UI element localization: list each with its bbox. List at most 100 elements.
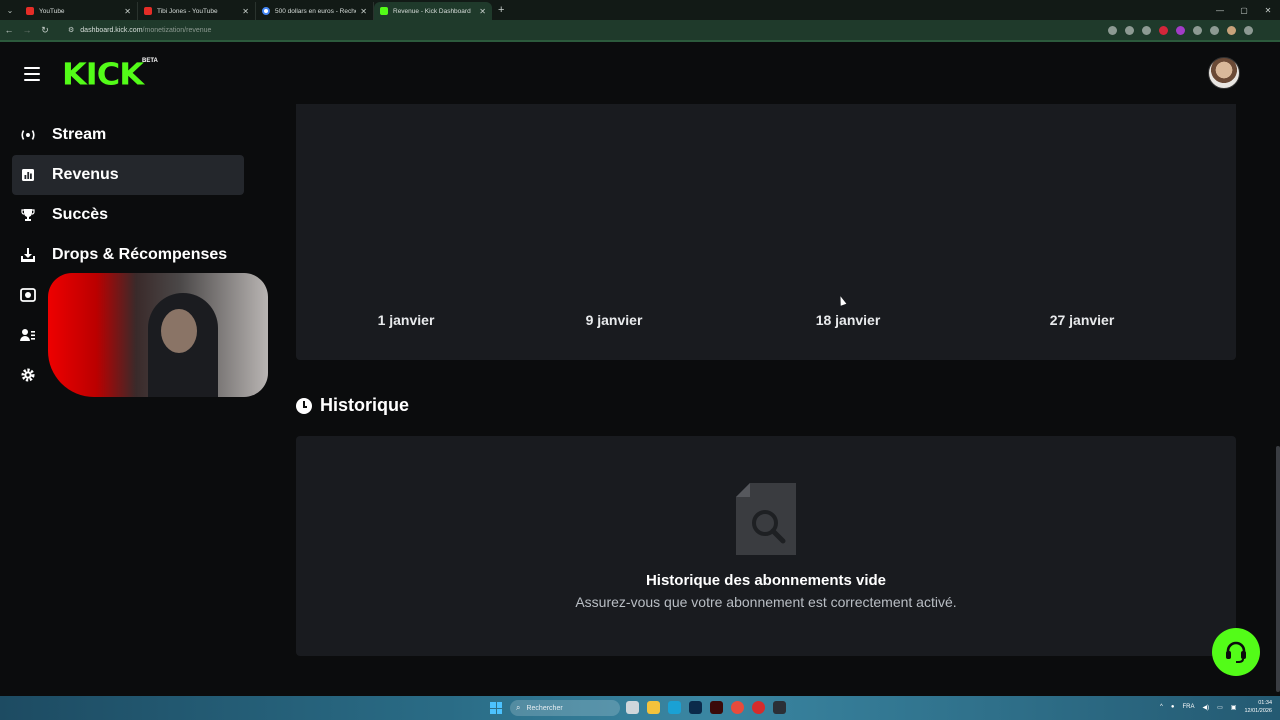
app-icon[interactable] xyxy=(752,701,765,714)
youtube-icon xyxy=(26,7,34,15)
search-icon: ⌕ xyxy=(516,703,521,712)
back-arrow-icon[interactable]: ← xyxy=(0,25,18,35)
language-indicator[interactable]: FRA xyxy=(1183,704,1195,710)
close-tab-icon[interactable]: ✕ xyxy=(360,7,367,16)
hamburger-menu-icon[interactable] xyxy=(24,67,40,81)
profile-avatar-icon[interactable] xyxy=(1227,25,1236,35)
illustrator-icon[interactable] xyxy=(710,701,723,714)
minimize-icon[interactable]: — xyxy=(1208,6,1232,15)
user-avatar[interactable] xyxy=(1208,57,1240,89)
new-tab-plus-icon[interactable]: + xyxy=(492,4,510,16)
gift-icon xyxy=(20,247,36,263)
beta-badge: BETA xyxy=(142,58,158,64)
sidebar-item-revenus[interactable]: Revenus xyxy=(12,155,244,195)
terminal-icon[interactable] xyxy=(773,701,786,714)
browser-tab[interactable]: Tibi Jones - YouTube ✕ xyxy=(138,2,256,20)
gear-icon xyxy=(20,367,36,383)
camera-icon xyxy=(20,287,36,303)
history-heading: Historique xyxy=(296,395,409,416)
system-clock[interactable]: 01:34 12/01/2026 xyxy=(1244,699,1272,715)
kick-icon xyxy=(380,7,388,15)
support-headset-button[interactable] xyxy=(1212,628,1260,676)
tray-chevron-icon[interactable]: ^ xyxy=(1160,704,1163,710)
zoom-icon[interactable] xyxy=(1108,25,1117,35)
close-window-icon[interactable]: ✕ xyxy=(1256,6,1280,15)
clock-time: 01:34 xyxy=(1258,700,1272,706)
extensions-puzzle-icon[interactable] xyxy=(1193,25,1202,35)
sidebar-item-label: Stream xyxy=(52,126,107,143)
close-tab-icon[interactable]: ✕ xyxy=(242,7,249,16)
clock-icon xyxy=(296,397,312,414)
edge-icon[interactable] xyxy=(668,701,681,714)
tab-title: Tibi Jones - YouTube xyxy=(157,7,218,15)
tab-groups-icon[interactable] xyxy=(1210,25,1219,35)
tab-title: 500 dollars en euros - Recherche xyxy=(275,7,356,15)
chart-icon xyxy=(20,167,36,183)
window-controls: — ▢ ✕ xyxy=(1208,0,1280,20)
close-tab-icon[interactable]: ✕ xyxy=(479,7,486,16)
windows-start-icon[interactable] xyxy=(490,702,502,714)
maximize-icon[interactable]: ▢ xyxy=(1232,6,1256,15)
sidebar-item-succes[interactable]: Succès xyxy=(12,195,244,235)
url-field[interactable]: ⚙ dashboard.kick.com/monetization/revenu… xyxy=(60,22,1100,38)
extension-icons xyxy=(1108,25,1253,35)
eye-off-icon[interactable] xyxy=(1125,25,1134,35)
x-axis-tick-label: 18 janvier xyxy=(816,312,881,328)
browser-address-bar: ← → ↻ ⚙ dashboard.kick.com/monetization/… xyxy=(0,20,1280,42)
notification-icon[interactable]: ▣ xyxy=(1231,704,1237,711)
windows-taskbar: ⌕ Rechercher ^ ● FRA ◀) ▭ ▣ 01:34 12/01/… xyxy=(0,696,1280,720)
extension-purple-icon[interactable] xyxy=(1176,25,1185,35)
sidebar-item-label: Drops & Récompenses xyxy=(52,246,228,263)
sidebar-item-stream[interactable]: Stream xyxy=(12,115,244,155)
clock-date: 12/01/2026 xyxy=(1244,708,1272,714)
empty-state-title: Historique des abonnements vide xyxy=(645,572,887,589)
revenue-chart-card: 1 janvier 9 janvier 18 janvier 27 janvier xyxy=(296,104,1236,360)
site-info-icon[interactable]: ⚙ xyxy=(68,26,74,34)
x-axis-tick-label: 1 janvier xyxy=(378,312,435,328)
network-icon[interactable]: ▭ xyxy=(1217,704,1223,711)
bookmark-star-icon[interactable] xyxy=(1142,25,1151,35)
extension-red-icon[interactable] xyxy=(1159,25,1168,35)
webcam-overlay xyxy=(48,273,268,397)
forward-arrow-icon[interactable]: → xyxy=(18,25,36,35)
revenue-chart: 1 janvier 9 janvier 18 janvier 27 janvier xyxy=(378,312,1115,328)
history-title: Historique xyxy=(320,395,410,415)
url-host: dashboard.kick.com xyxy=(80,26,143,34)
browser-tab-bar: ⌄ YouTube ✕ Tibi Jones - YouTube ✕ 500 d… xyxy=(0,0,1280,20)
kick-header: KICK BETA xyxy=(0,44,1280,104)
sidebar-item-drops[interactable]: Drops & Récompenses xyxy=(12,235,244,275)
file-explorer-icon[interactable] xyxy=(647,701,660,714)
close-tab-icon[interactable]: ✕ xyxy=(124,7,131,16)
sidebar-item-label: Revenus xyxy=(52,166,119,183)
url-path: /monetization/revenue xyxy=(142,26,212,34)
system-tray: ^ ● FRA ◀) ▭ ▣ 01:34 12/01/2026 xyxy=(1160,699,1272,715)
taskbar-search-placeholder: Rechercher xyxy=(526,704,563,712)
browser-tab[interactable]: YouTube ✕ xyxy=(20,2,138,20)
chrome-icon[interactable] xyxy=(731,701,744,714)
browser-tab[interactable]: 500 dollars en euros - Recherche ✕ xyxy=(256,2,374,20)
scrollbar-thumb[interactable] xyxy=(1276,446,1280,692)
empty-file-search-icon xyxy=(736,483,796,555)
sidebar-item-label: Succès xyxy=(52,206,109,223)
taskbar-apps xyxy=(626,701,786,714)
history-card: Historique des abonnements vide Assurez-… xyxy=(296,436,1236,656)
browser-tab-active[interactable]: Revenue - Kick Dashboard ✕ xyxy=(374,2,492,20)
taskbar-search[interactable]: ⌕ Rechercher xyxy=(510,700,620,716)
volume-icon[interactable]: ◀) xyxy=(1203,704,1210,711)
tab-search-chevron-icon[interactable]: ⌄ xyxy=(0,0,20,20)
photoshop-icon[interactable] xyxy=(689,701,702,714)
youtube-icon xyxy=(144,7,152,15)
kick-logo[interactable]: KICK xyxy=(62,59,144,89)
stream-icon xyxy=(20,127,36,143)
browser-menu-icon[interactable] xyxy=(1244,25,1253,35)
x-axis-tick-label: 27 janvier xyxy=(1050,312,1115,328)
reload-icon[interactable]: ↻ xyxy=(36,25,54,36)
headset-icon xyxy=(1226,641,1246,663)
microphone-icon[interactable]: ● xyxy=(1171,704,1175,710)
webcam-face xyxy=(161,309,197,353)
trophy-icon xyxy=(20,207,36,223)
x-axis-tick-label: 9 janvier xyxy=(586,312,643,328)
users-icon xyxy=(20,327,36,343)
google-icon xyxy=(262,7,270,15)
task-view-icon[interactable] xyxy=(626,701,639,714)
